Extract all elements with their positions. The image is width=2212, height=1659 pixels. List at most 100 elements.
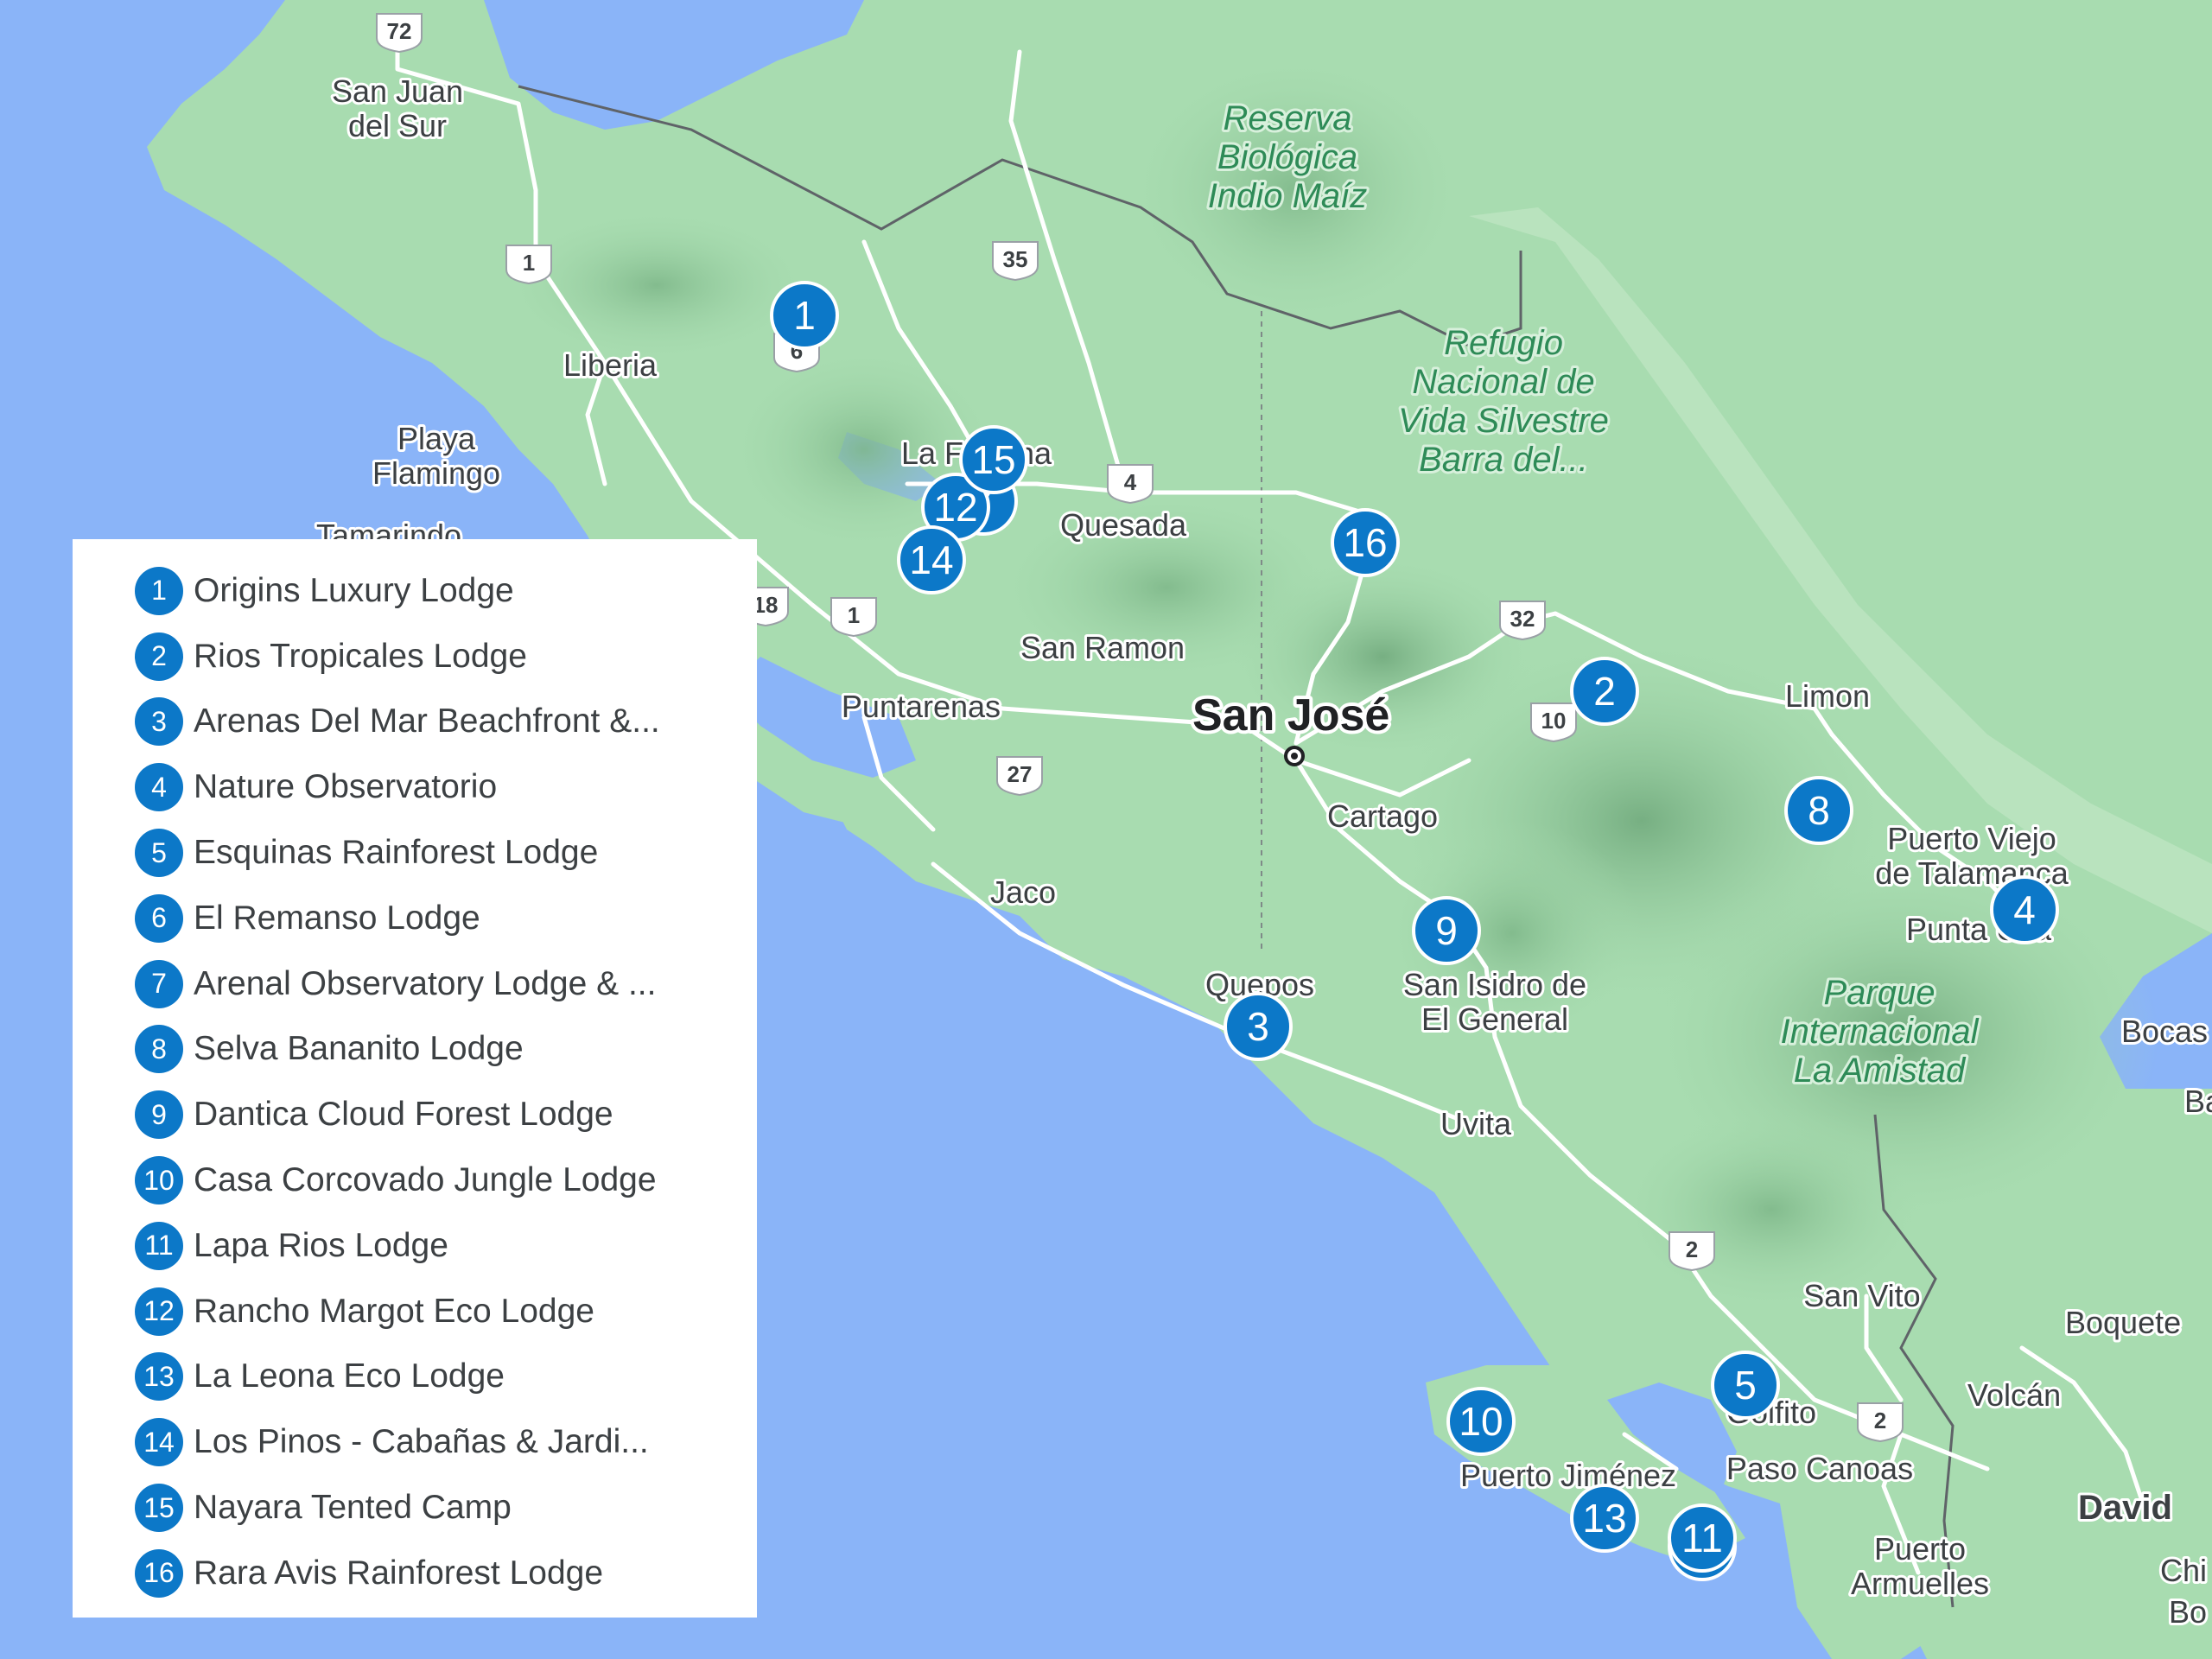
lodge-marker-1[interactable]: 1	[770, 281, 839, 350]
place-label-uvita: Uvita	[1440, 1106, 1512, 1141]
svg-text:32: 32	[1510, 606, 1535, 632]
legend-marker-badge: 12	[135, 1287, 183, 1336]
svg-text:27: 27	[1007, 761, 1033, 787]
route-1-shield-icon: 1	[505, 245, 552, 285]
legend-item[interactable]: 5 Esquinas Rainforest Lodge	[73, 820, 757, 886]
place-label-chi: Chi	[2160, 1553, 2207, 1588]
place-label-bo: Bo	[2169, 1594, 2207, 1630]
svg-text:4: 4	[2013, 887, 2036, 932]
svg-text:1: 1	[848, 602, 860, 628]
legend-item[interactable]: 8 Selva Bananito Lodge	[73, 1017, 757, 1083]
lodge-marker-10[interactable]: 10	[1446, 1387, 1516, 1456]
legend-item[interactable]: 16 Rara Avis Rainforest Lodge	[73, 1541, 757, 1606]
legend-item[interactable]: 2 Rios Tropicales Lodge	[73, 624, 757, 690]
legend-label: Selva Bananito Lodge	[194, 1030, 524, 1068]
svg-text:3: 3	[1247, 1004, 1269, 1049]
svg-text:14: 14	[909, 537, 953, 582]
svg-text:72: 72	[387, 18, 412, 44]
legend-marker-badge: 1	[135, 566, 183, 615]
legend-label: Rancho Margot Eco Lodge	[194, 1292, 594, 1330]
place-label-san-ramon: San Ramon	[1020, 630, 1185, 665]
svg-text:2: 2	[1686, 1236, 1698, 1262]
route-1-shield-icon: 1	[830, 597, 877, 638]
legend-marker-badge: 5	[135, 829, 183, 878]
route-72-shield-icon: 72	[376, 13, 423, 54]
route-10-shield-icon: 10	[1530, 702, 1577, 743]
legend-item[interactable]: 3 Arenas Del Mar Beachfront &...	[73, 690, 757, 755]
legend-marker-badge: 2	[135, 632, 183, 681]
legend-label: Rara Avis Rainforest Lodge	[194, 1554, 604, 1592]
legend-item[interactable]: 12 Rancho Margot Eco Lodge	[73, 1279, 757, 1344]
legend-marker-badge: 7	[135, 959, 183, 1008]
lodge-marker-4[interactable]: 4	[1990, 875, 2059, 944]
legend-item[interactable]: 10 Casa Corcovado Jungle Lodge	[73, 1147, 757, 1213]
legend-marker-badge: 13	[135, 1352, 183, 1402]
legend-label: Arenal Observatory Lodge & ...	[194, 964, 657, 1002]
legend-item[interactable]: 1 Origins Luxury Lodge	[73, 558, 757, 624]
legend-item[interactable]: 11 Lapa Rios Lodge	[73, 1213, 757, 1279]
svg-text:12: 12	[933, 485, 977, 530]
legend-item[interactable]: 4 Nature Observatorio	[73, 754, 757, 820]
place-label-bocas: Bocas	[2121, 1014, 2208, 1049]
svg-text:15: 15	[971, 437, 1015, 482]
place-label-volcan: Volcán	[1967, 1377, 2061, 1413]
place-label-san-isidro: San Isidro de El General	[1403, 967, 1586, 1037]
place-label-boquete: Boquete	[2065, 1305, 2181, 1340]
lodge-marker-8[interactable]: 8	[1784, 776, 1853, 845]
legend-marker-badge: 15	[135, 1484, 183, 1533]
place-label-quesada: Quesada	[1060, 507, 1187, 543]
lodge-marker-9[interactable]: 9	[1412, 896, 1481, 965]
legend-marker-badge: 8	[135, 1025, 183, 1074]
legend-label: Dantica Cloud Forest Lodge	[194, 1096, 613, 1134]
map-legend: 1 Origins Luxury Lodge 2 Rios Tropicales Lo…	[73, 539, 757, 1618]
lodge-marker-3[interactable]: 3	[1224, 992, 1293, 1061]
place-label-cartago: Cartago	[1327, 798, 1438, 834]
legend-label: Arenas Del Mar Beachfront &...	[194, 702, 660, 741]
lodge-marker-11[interactable]: 11	[1668, 1503, 1737, 1573]
legend-label: Rios Tropicales Lodge	[194, 637, 527, 675]
legend-marker-badge: 9	[135, 1090, 183, 1140]
lodge-marker-15[interactable]: 15	[959, 425, 1028, 494]
place-label-ba: Ba	[2184, 1084, 2212, 1119]
legend-item[interactable]: 7 Arenal Observatory Lodge & ...	[73, 951, 757, 1017]
svg-text:9: 9	[1435, 908, 1458, 953]
legend-marker-badge: 16	[135, 1548, 183, 1598]
legend-label: Nature Observatorio	[194, 768, 498, 806]
svg-text:2: 2	[1593, 669, 1616, 714]
legend-marker-badge: 3	[135, 697, 183, 747]
place-label-puntarenas: Puntarenas	[842, 689, 1001, 724]
place-label-playa-flamingo: Playa Flamingo	[372, 421, 500, 491]
lodge-marker-14[interactable]: 14	[897, 525, 966, 594]
legend-label: Lapa Rios Lodge	[194, 1226, 448, 1264]
legend-label: La Leona Eco Lodge	[194, 1357, 505, 1395]
route-2-shield-icon: 2	[1669, 1231, 1715, 1272]
place-label-san-juan-del-sur: San Juan del Sur	[332, 73, 463, 143]
place-label-san-vito: San Vito	[1803, 1278, 1920, 1313]
route-2-shield-icon: 2	[1857, 1402, 1904, 1443]
legend-label: Nayara Tented Camp	[194, 1489, 512, 1527]
lodge-marker-16[interactable]: 16	[1331, 508, 1400, 577]
svg-text:11: 11	[1681, 1516, 1723, 1560]
lodge-marker-2[interactable]: 2	[1570, 657, 1639, 726]
svg-text:13: 13	[1582, 1496, 1626, 1541]
place-label-david: David	[2078, 1489, 2172, 1527]
legend-label: Casa Corcovado Jungle Lodge	[194, 1161, 657, 1199]
route-27-shield-icon: 27	[996, 756, 1043, 797]
legend-item[interactable]: 15 Nayara Tented Camp	[73, 1475, 757, 1541]
place-label-puerto-jimenez: Puerto Jiménez	[1460, 1458, 1676, 1493]
svg-text:35: 35	[1003, 246, 1028, 272]
legend-item[interactable]: 6 El Remanso Lodge	[73, 886, 757, 951]
place-label-limon: Limon	[1785, 678, 1870, 714]
legend-label: Origins Luxury Lodge	[194, 571, 514, 609]
svg-text:1: 1	[793, 293, 816, 338]
lodge-marker-5[interactable]: 5	[1711, 1351, 1780, 1420]
legend-item[interactable]: 9 Dantica Cloud Forest Lodge	[73, 1082, 757, 1147]
place-label-jaco: Jaco	[990, 874, 1056, 910]
legend-marker-badge: 10	[135, 1156, 183, 1205]
legend-item[interactable]: 13 La Leona Eco Lodge	[73, 1344, 757, 1410]
park-label-indio-maiz: Reserva Biológica Indio Maíz	[1208, 99, 1368, 215]
svg-text:4: 4	[1124, 469, 1137, 495]
lodge-marker-13[interactable]: 13	[1570, 1484, 1639, 1553]
legend-item[interactable]: 14 Los Pinos - Cabañas & Jardi...	[73, 1409, 757, 1475]
legend-label: Los Pinos - Cabañas & Jardi...	[194, 1423, 649, 1461]
